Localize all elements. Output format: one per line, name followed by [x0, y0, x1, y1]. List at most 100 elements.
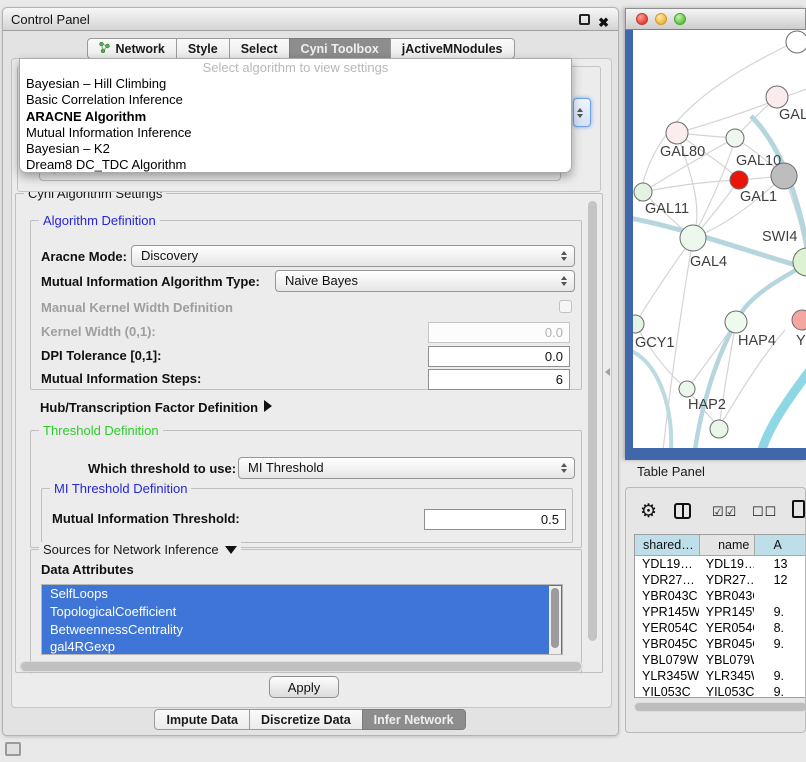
tab-label: Style — [188, 42, 218, 56]
mi-type-combo[interactable]: Naive Bayes — [275, 270, 575, 292]
column-header-a[interactable]: A — [755, 535, 806, 555]
network-node-gal4[interactable] — [680, 225, 706, 251]
network-node-gal80[interactable] — [666, 122, 688, 144]
table-cell: 9. — [754, 636, 806, 652]
float-panel-icon[interactable] — [579, 14, 590, 25]
node-label-hap4: HAP4 — [738, 333, 776, 349]
manual-kernel-checkbox[interactable] — [559, 300, 572, 313]
table-row[interactable]: YPR145WYPR145W9. — [635, 604, 806, 620]
close-panel-icon[interactable]: ✖ — [598, 11, 609, 34]
attribute-item-betweennesscentrality[interactable]: BetweennessCentrality — [42, 621, 562, 639]
node-label-gal1: GAL1 — [740, 189, 777, 205]
table-cell: YER054C — [699, 620, 754, 636]
gear-icon[interactable]: ⚙ — [640, 500, 657, 523]
table-cell: YIL053C — [699, 684, 754, 698]
algorithm-option-bayesian-hill-climbing[interactable]: Bayesian – Hill Climbing — [20, 76, 571, 92]
network-node-gcy1[interactable] — [633, 315, 644, 333]
close-window-icon[interactable] — [636, 13, 648, 25]
scrollbar-thumb[interactable] — [551, 588, 559, 648]
table-cell: YBR045C — [635, 636, 699, 652]
tab-select[interactable]: Select — [229, 38, 290, 59]
tab-style[interactable]: Style — [176, 38, 230, 59]
network-node[interactable] — [766, 86, 788, 108]
aracne-mode-value: Discovery — [141, 248, 198, 263]
network-node[interactable] — [786, 31, 806, 53]
columns-icon[interactable] — [674, 503, 691, 519]
kernel-width-field[interactable] — [428, 322, 570, 343]
collapsed-panel-icon[interactable] — [5, 742, 21, 756]
kernel-width-label: Kernel Width (0,1): — [41, 324, 156, 339]
network-node-gal1[interactable] — [730, 171, 748, 189]
node-label-hap2: HAP2 — [688, 397, 726, 413]
sources-title: Sources for Network Inference — [43, 542, 219, 557]
apply-button[interactable]: Apply — [269, 676, 339, 698]
export-table-icon[interactable] — [792, 500, 805, 518]
table-cell — [754, 588, 806, 604]
network-edge[interactable] — [635, 238, 693, 324]
minimize-window-icon[interactable] — [655, 13, 667, 25]
network-edge[interactable] — [760, 366, 806, 448]
algorithm-option-dream8-dc-tdc-algorithm[interactable]: Dream8 DC_TDC Algorithm — [20, 157, 571, 173]
network-edge[interactable] — [643, 180, 739, 192]
algorithm-option-basic-correlation-inference[interactable]: Basic Correlation Inference — [20, 92, 571, 108]
column-header-name[interactable]: name — [700, 535, 756, 555]
aracne-mode-combo[interactable]: Discovery — [131, 245, 575, 267]
show-columns-icon[interactable]: ☑☑ — [712, 504, 737, 520]
spinner-arrows-icon — [561, 251, 567, 261]
table-row[interactable]: YER054CYER054C8. — [635, 620, 806, 636]
control-panel-titlebar[interactable]: Control Panel ✖ — [3, 8, 618, 31]
tab-infer-network[interactable]: Infer Network — [362, 709, 466, 730]
network-node-gal10[interactable] — [726, 129, 744, 147]
tab-label: Network — [115, 42, 164, 56]
network-node[interactable] — [710, 420, 728, 438]
column-header-shared[interactable]: shared… — [635, 535, 700, 555]
table-cell: YBR043C — [635, 588, 699, 604]
network-node-gal11[interactable] — [634, 183, 652, 201]
table-row[interactable]: YDL19…YDL19…13 — [635, 556, 806, 572]
hub-tf-section-toggle[interactable]: Hub/Transcription Factor Definition — [40, 400, 272, 415]
table-row[interactable]: YBL079WYBL079W — [635, 652, 806, 668]
zoom-window-icon[interactable] — [674, 13, 686, 25]
attribute-item-gal4rgexp[interactable]: gal4RGexp — [42, 638, 562, 655]
network-canvas[interactable]: GALGAL80GAL10GAL1GAL11SWI4GAL4GCY1HAP4YH… — [633, 30, 806, 448]
which-threshold-combo[interactable]: MI Threshold — [238, 457, 575, 479]
attributes-scrollbar[interactable] — [549, 586, 561, 655]
tab-jactivemnodules[interactable]: jActiveMNodules — [390, 38, 515, 59]
mi-threshold-field[interactable] — [424, 509, 566, 530]
settings-horizontal-scrollbar[interactable] — [19, 661, 583, 672]
aracne-mode-label: Aracne Mode: — [41, 249, 127, 264]
table-row[interactable]: YIL053CYIL053C9. — [635, 684, 806, 698]
dpi-tolerance-field[interactable] — [428, 346, 570, 367]
settings-vertical-scrollbar[interactable] — [586, 199, 599, 667]
network-window-titlebar[interactable] — [625, 8, 806, 30]
network-node[interactable] — [792, 310, 806, 330]
attribute-item-selfloops[interactable]: SelfLoops — [42, 585, 562, 603]
table-row[interactable]: YLR345WYLR345W9. — [635, 668, 806, 684]
mi-type-label: Mutual Information Algorithm Type: — [41, 274, 260, 289]
tab-cyni-toolbox[interactable]: Cyni Toolbox — [289, 38, 391, 59]
table-row[interactable]: YBR045CYBR045C9. — [635, 636, 806, 652]
sources-legend[interactable]: Sources for Network Inference — [39, 542, 241, 557]
mi-steps-field[interactable] — [428, 369, 570, 390]
hide-columns-icon[interactable]: ☐☐ — [752, 504, 777, 520]
table-row[interactable]: YDR27…YDR27…12 — [635, 572, 806, 588]
algorithm-combo-spinner-fragment[interactable] — [573, 98, 591, 127]
algorithm-option-aracne-algorithm[interactable]: ARACNE Algorithm — [20, 109, 571, 125]
table-cell: YDL19… — [699, 556, 754, 572]
manual-kernel-label: Manual Kernel Width Definition — [41, 300, 233, 315]
panel-resize-grip[interactable] — [605, 368, 610, 376]
table-horizontal-scrollbar[interactable] — [634, 702, 806, 712]
attribute-item-topologicalcoefficient[interactable]: TopologicalCoefficient — [42, 603, 562, 621]
network-node-hap2[interactable] — [679, 381, 695, 397]
algorithm-option-mutual-information-inference[interactable]: Mutual Information Inference — [20, 125, 571, 141]
algorithm-option-bayesian-k2[interactable]: Bayesian – K2 — [20, 141, 571, 157]
tab-discretize-data[interactable]: Discretize Data — [249, 709, 363, 730]
tab-network[interactable]: Network — [87, 38, 176, 59]
scrollbar-thumb[interactable] — [635, 703, 806, 711]
network-node-hap4[interactable] — [725, 311, 747, 333]
network-canvas-svg: GALGAL80GAL10GAL1GAL11SWI4GAL4GCY1HAP4YH… — [633, 30, 806, 448]
scrollbar-thumb[interactable] — [588, 201, 597, 641]
tab-impute-data[interactable]: Impute Data — [154, 709, 250, 730]
scrollbar-thumb[interactable] — [21, 662, 581, 671]
table-row[interactable]: YBR043CYBR043C — [635, 588, 806, 604]
